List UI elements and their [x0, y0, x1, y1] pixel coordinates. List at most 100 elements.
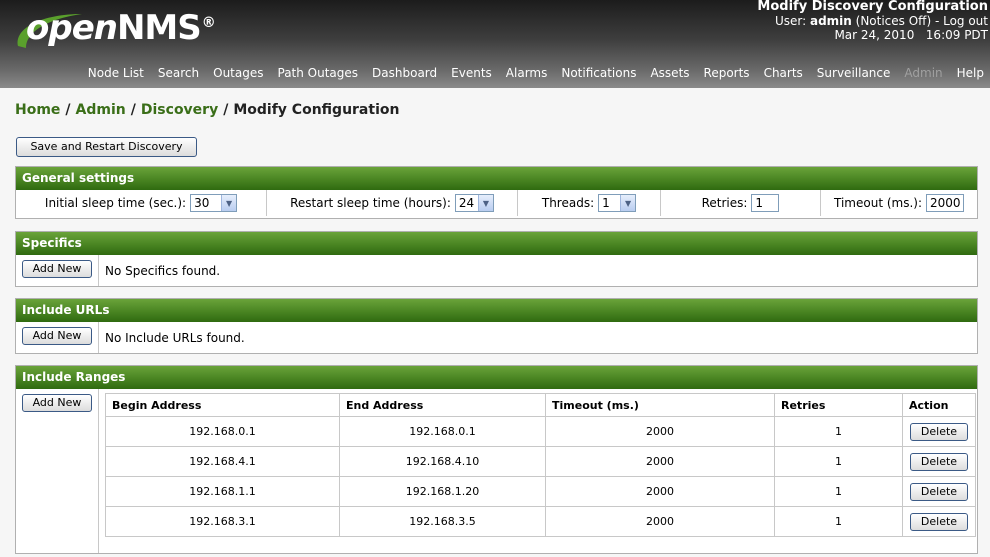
logo-brand: NMS: [116, 8, 202, 48]
chevron-down-icon: ▼: [477, 195, 493, 211]
general-settings-row: Initial sleep time (sec.): 30 ▼ Restart …: [16, 190, 977, 216]
specifics-row: Add New No Specifics found.: [16, 255, 977, 286]
nav-admin[interactable]: Admin: [904, 66, 942, 80]
include-urls-header: Include URLs: [16, 299, 977, 322]
include-urls-panel: Include URLs Add New No Include URLs fou…: [15, 298, 978, 354]
breadcrumb-discovery[interactable]: Discovery: [141, 102, 218, 118]
breadcrumb-current: Modify Configuration: [233, 102, 400, 118]
save-and-restart-button[interactable]: Save and Restart Discovery: [16, 137, 197, 157]
timeout-cell: 2000: [545, 416, 775, 447]
initial-sleep-select[interactable]: 30 ▼: [190, 194, 238, 212]
initial-sleep-value: 30: [194, 196, 210, 210]
notices-status: (Notices Off) -: [851, 14, 944, 28]
retries-cell: 1: [774, 476, 903, 507]
logo-text: openNMS®: [26, 8, 216, 48]
specifics-header: Specifics: [16, 232, 977, 255]
timeout-input[interactable]: 2000: [926, 194, 964, 212]
header-info: Modify Discovery Configuration User: adm…: [757, 0, 988, 42]
include-urls-add-col: Add New: [16, 322, 99, 353]
main-nav: Node List Search Outages Path Outages Da…: [74, 66, 984, 80]
begin-address-cell: 192.168.3.1: [105, 506, 340, 537]
general-settings-header: General settings: [16, 167, 977, 190]
end-address-cell: 192.168.0.1: [339, 416, 546, 447]
delete-button[interactable]: Delete: [910, 512, 968, 531]
retries-cell: Retries: 1: [661, 190, 821, 216]
timeout-label: Timeout (ms.):: [834, 196, 922, 210]
retries-cell: 1: [774, 506, 903, 537]
specifics-empty-message: No Specifics found.: [105, 263, 221, 278]
action-cell: Delete: [902, 446, 976, 477]
table-row: 192.168.4.1 192.168.4.10 2000 1 Delete: [105, 446, 976, 477]
include-urls-add-new-button[interactable]: Add New: [22, 327, 92, 345]
end-address-cell: 192.168.3.5: [339, 506, 546, 537]
user-name: admin: [809, 14, 852, 28]
timeout-cell: 2000: [545, 446, 775, 477]
initial-sleep-cell: Initial sleep time (sec.): 30 ▼: [16, 190, 267, 216]
table-header-row: Begin Address End Address Timeout (ms.) …: [105, 393, 976, 417]
include-ranges-table: Begin Address End Address Timeout (ms.) …: [105, 393, 976, 537]
action-cell: Delete: [902, 506, 976, 537]
specifics-panel: Specifics Add New No Specifics found.: [15, 231, 978, 287]
timeout-cell: 2000: [545, 476, 775, 507]
timeout-cell: Timeout (ms.): 2000: [821, 190, 977, 216]
logo-registered: ®: [201, 14, 216, 31]
delete-button[interactable]: Delete: [910, 452, 968, 471]
col-timeout: Timeout (ms.): [545, 393, 775, 417]
include-ranges-panel: Include Ranges Add New Begin Address End…: [15, 365, 978, 554]
restart-sleep-label: Restart sleep time (hours):: [290, 196, 451, 210]
page-title: Modify Discovery Configuration: [757, 0, 988, 14]
breadcrumb-home[interactable]: Home: [15, 102, 60, 118]
breadcrumb-separator: /: [65, 102, 71, 118]
include-urls-empty-message: No Include URLs found.: [105, 330, 245, 345]
breadcrumb-separator: /: [223, 102, 229, 118]
table-row: 192.168.3.1 192.168.3.5 2000 1 Delete: [105, 506, 976, 537]
nav-surveillance[interactable]: Surveillance: [817, 66, 891, 80]
nav-search[interactable]: Search: [158, 66, 199, 80]
restart-sleep-select[interactable]: 24 ▼: [454, 194, 494, 212]
nav-charts[interactable]: Charts: [764, 66, 803, 80]
user-prefix: User:: [774, 14, 810, 28]
restart-sleep-value: 24: [458, 196, 475, 210]
delete-button[interactable]: Delete: [910, 482, 968, 501]
nav-events[interactable]: Events: [451, 66, 492, 80]
end-address-cell: 192.168.4.10: [339, 446, 546, 477]
action-cell: Delete: [902, 476, 976, 507]
include-ranges-add-col: Add New: [16, 389, 99, 553]
end-address-cell: 192.168.1.20: [339, 476, 546, 507]
nav-notifications[interactable]: Notifications: [561, 66, 636, 80]
time: 16:09 PDT: [925, 28, 988, 42]
table-row: 192.168.0.1 192.168.0.1 2000 1 Delete: [105, 416, 976, 447]
include-ranges-row: Add New Begin Address End Address Timeou…: [16, 389, 977, 553]
opennms-logo[interactable]: openNMS®: [12, 2, 216, 52]
col-retries: Retries: [774, 393, 903, 417]
specifics-add-col: Add New: [16, 255, 99, 286]
general-settings-panel: General settings Initial sleep time (sec…: [15, 166, 978, 219]
logo-open: open: [26, 8, 118, 48]
initial-sleep-label: Initial sleep time (sec.):: [44, 196, 187, 210]
breadcrumb-admin[interactable]: Admin: [76, 102, 126, 118]
breadcrumb-separator: /: [130, 102, 136, 118]
nav-outages[interactable]: Outages: [213, 66, 263, 80]
nav-path-outages[interactable]: Path Outages: [278, 66, 359, 80]
include-ranges-add-new-button[interactable]: Add New: [22, 394, 92, 412]
delete-button[interactable]: Delete: [910, 422, 968, 441]
retries-input[interactable]: 1: [751, 194, 780, 212]
user-line: User: admin (Notices Off) - Log out: [757, 14, 988, 28]
col-action: Action: [902, 393, 976, 417]
nav-alarms[interactable]: Alarms: [506, 66, 548, 80]
begin-address-cell: 192.168.0.1: [105, 416, 340, 447]
nav-assets[interactable]: Assets: [650, 66, 689, 80]
nav-help[interactable]: Help: [957, 66, 984, 80]
threads-select[interactable]: 1 ▼: [598, 194, 637, 212]
logout-link[interactable]: Log out: [943, 14, 988, 28]
datetime: Mar 24, 2010 16:09 PDT: [757, 28, 988, 42]
nav-dashboard[interactable]: Dashboard: [372, 66, 437, 80]
specifics-add-new-button[interactable]: Add New: [22, 260, 92, 278]
nav-reports[interactable]: Reports: [704, 66, 750, 80]
table-row: 192.168.1.1 192.168.1.20 2000 1 Delete: [105, 476, 976, 507]
timeout-cell: 2000: [545, 506, 775, 537]
col-end-address: End Address: [339, 393, 546, 417]
threads-cell: Threads: 1 ▼: [518, 190, 661, 216]
nav-node-list[interactable]: Node List: [88, 66, 144, 80]
date: Mar 24, 2010: [834, 28, 915, 42]
